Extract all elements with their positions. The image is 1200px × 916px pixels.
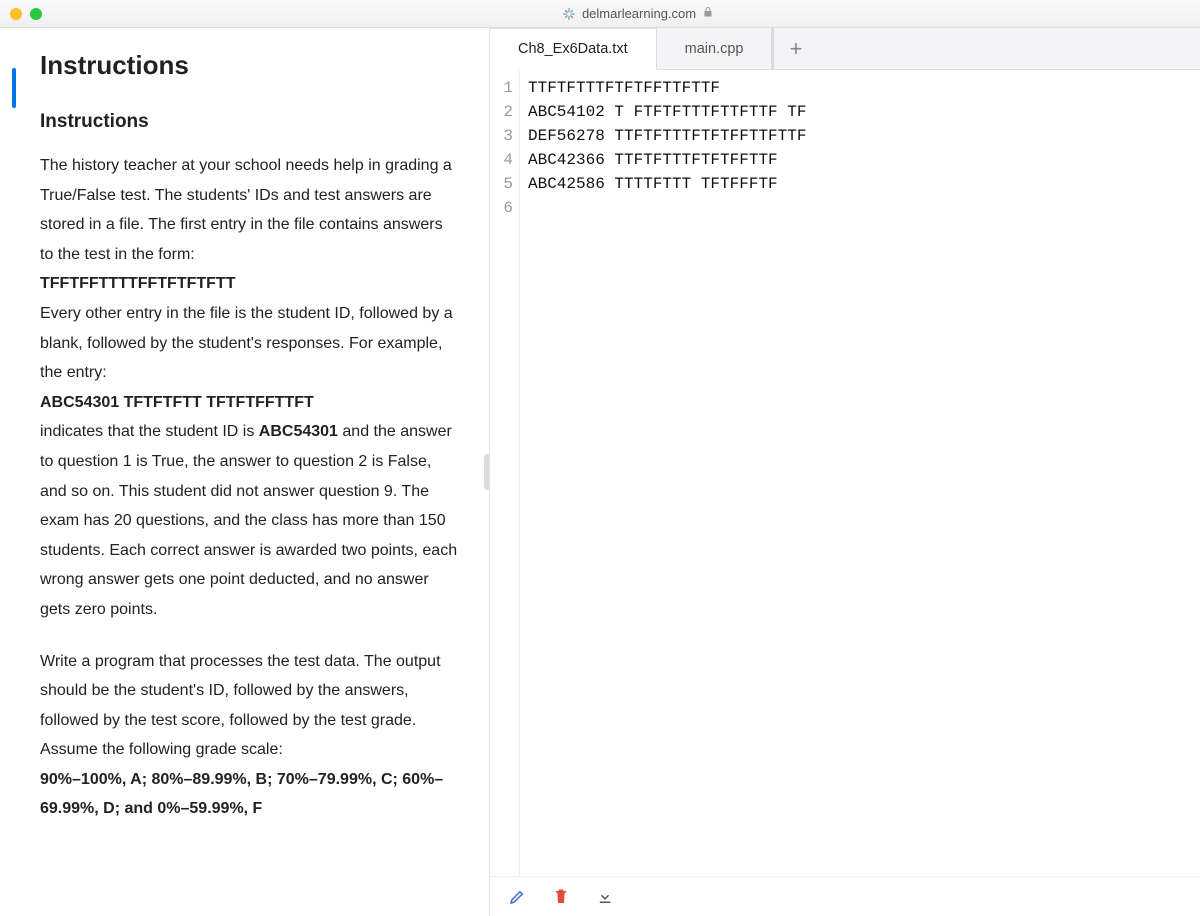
code-line[interactable]: TTFTFTTTFTFTFFTTFTTF: [528, 76, 806, 100]
title-bar: delmarlearning.com: [0, 0, 1200, 28]
tab-bar: Ch8_Ex6Data.txt main.cpp +: [490, 28, 1200, 70]
line-number: 4: [490, 148, 513, 172]
accent-bar: [12, 68, 16, 108]
edit-button[interactable]: [508, 888, 526, 906]
lock-icon: [702, 6, 714, 21]
code-line[interactable]: DEF56278 TTFTFTTTFTFTFFTTFTTF: [528, 124, 806, 148]
instr-text: indicates that the student ID is: [40, 423, 259, 440]
address-bar: delmarlearning.com: [562, 6, 714, 21]
window-controls: [10, 8, 42, 20]
add-tab-button[interactable]: +: [773, 28, 817, 69]
line-gutter: 123456: [490, 70, 520, 876]
instructions-panel: Instructions Instructions The history te…: [0, 28, 490, 916]
line-number: 5: [490, 172, 513, 196]
instructions-heading: Instructions: [40, 111, 459, 133]
tab-label: main.cpp: [685, 41, 744, 57]
code-line[interactable]: ABC42366 TTFTFTTTFTFTFFTTF: [528, 148, 806, 172]
tab-data-file[interactable]: Ch8_Ex6Data.txt: [490, 28, 657, 70]
resize-handle[interactable]: [484, 454, 490, 490]
domain-text: delmarlearning.com: [582, 6, 696, 21]
instructions-body: The history teacher at your school needs…: [40, 151, 459, 824]
site-icon: [562, 7, 576, 21]
minimize-button[interactable]: [10, 8, 22, 20]
instr-text: Every other entry in the file is the stu…: [40, 305, 453, 381]
sample-entry: ABC54301 TFTFTFTT TFTFTFFTTFT: [40, 394, 314, 411]
instr-text: Write a program that processes the test …: [40, 653, 441, 759]
grade-scale: 90%–100%, A; 80%–89.99%, B; 70%–79.99%, …: [40, 771, 443, 818]
plus-icon: +: [790, 36, 803, 62]
editor-panel: Ch8_Ex6Data.txt main.cpp + 123456 TTFTFT…: [490, 28, 1200, 916]
tab-main-cpp[interactable]: main.cpp: [657, 28, 773, 69]
line-number: 2: [490, 100, 513, 124]
code-line[interactable]: ABC42586 TTTTFTTT TFTFFFTF: [528, 172, 806, 196]
instr-text: and the answer to question 1 is True, th…: [40, 423, 457, 618]
tab-label: Ch8_Ex6Data.txt: [518, 41, 628, 57]
code-line[interactable]: [528, 196, 806, 220]
code-content[interactable]: TTFTFTTTFTFTFFTTFTTFABC54102 T FTFTFTTTF…: [520, 70, 806, 876]
delete-button[interactable]: [552, 888, 570, 906]
line-number: 1: [490, 76, 513, 100]
code-editor[interactable]: 123456 TTFTFTTTFTFTFFTTFTTFABC54102 T FT…: [490, 70, 1200, 876]
editor-toolbar: [490, 876, 1200, 916]
download-button[interactable]: [596, 888, 614, 906]
code-line[interactable]: ABC54102 T FTFTFTTTFTTFTTF TF: [528, 100, 806, 124]
sample-id: ABC54301: [259, 423, 338, 440]
instr-text: The history teacher at your school needs…: [40, 157, 452, 263]
line-number: 3: [490, 124, 513, 148]
maximize-button[interactable]: [30, 8, 42, 20]
answer-key: TFFTFFTTTTFFTFTFTFTT: [40, 275, 235, 292]
panel-title: Instructions: [40, 50, 459, 81]
line-number: 6: [490, 196, 513, 220]
